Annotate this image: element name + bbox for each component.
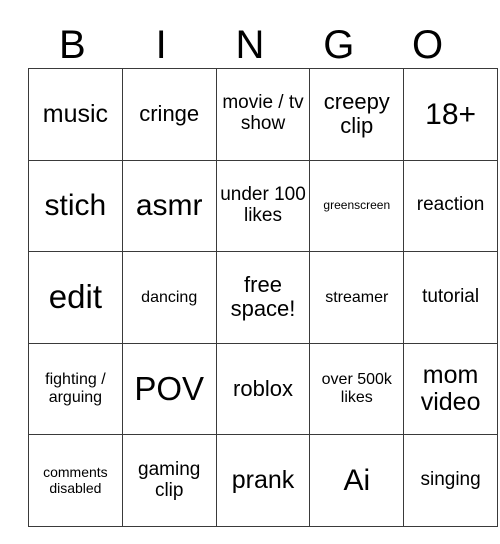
bingo-cell-label: greenscreen — [323, 198, 391, 213]
header-letter-b: B — [59, 23, 86, 67]
bingo-cell-label: edit — [48, 278, 102, 316]
bingo-cell[interactable]: mom video — [403, 342, 498, 436]
bingo-cell-label: movie / tv show — [222, 92, 304, 135]
bingo-cell[interactable]: cringe — [121, 68, 217, 161]
bingo-row: music cringe movie / tv show creepy clip… — [28, 68, 498, 161]
bingo-cell-label: asmr — [135, 189, 203, 223]
bingo-cell-label: reaction — [416, 194, 485, 216]
bingo-cell[interactable]: prank — [215, 434, 311, 527]
bingo-cell[interactable]: stich — [28, 159, 123, 253]
bingo-card: B I N G O music cringe movie / tv show c… — [28, 22, 498, 527]
bingo-cell[interactable]: creepy clip — [309, 68, 405, 161]
bingo-cell-label: free space! — [230, 272, 296, 322]
bingo-cell-label: cringe — [139, 101, 200, 127]
bingo-cell[interactable]: asmr — [121, 159, 217, 253]
bingo-cell-free-space[interactable]: free space! — [215, 251, 311, 344]
bingo-row: comments disabled gaming clip prank Ai s… — [28, 434, 498, 527]
bingo-cell-label: streamer — [325, 288, 389, 306]
bingo-cell[interactable]: greenscreen — [309, 159, 405, 253]
bingo-cell-label: fighting / arguing — [45, 371, 106, 407]
bingo-cell[interactable]: fighting / arguing — [28, 342, 123, 436]
bingo-cell[interactable]: comments disabled — [28, 434, 123, 527]
bingo-cell-label: 18+ — [425, 97, 477, 131]
bingo-cell-label: gaming clip — [138, 458, 201, 501]
bingo-cell[interactable]: tutorial — [403, 251, 498, 344]
bingo-cell-label: singing — [420, 469, 481, 491]
bingo-cell-label: POV — [134, 369, 205, 407]
bingo-cell[interactable]: under 100 likes — [215, 159, 311, 253]
bingo-cell-label: stich — [44, 189, 107, 223]
bingo-cell[interactable]: POV — [121, 342, 217, 436]
bingo-cell[interactable]: singing — [403, 434, 498, 527]
bingo-cell-label: Ai — [343, 464, 371, 498]
bingo-cell[interactable]: dancing — [121, 251, 217, 344]
bingo-header: B I N G O — [28, 22, 472, 68]
bingo-cell-label: under 100 likes — [220, 184, 306, 226]
bingo-cell-label: creepy clip — [323, 89, 390, 139]
bingo-cell[interactable]: Ai — [309, 434, 405, 527]
header-letter-o: O — [412, 23, 444, 67]
bingo-cell[interactable]: streamer — [309, 251, 405, 344]
bingo-cell[interactable]: 18+ — [403, 68, 498, 161]
header-letter-n: N — [235, 23, 265, 67]
bingo-row: fighting / arguing POV roblox over 500k … — [28, 342, 498, 436]
bingo-cell-label: prank — [231, 465, 295, 494]
bingo-cell[interactable]: roblox — [215, 342, 311, 436]
bingo-cell-label: over 500k likes — [321, 371, 392, 407]
bingo-cell[interactable]: edit — [28, 251, 123, 344]
bingo-cell[interactable]: movie / tv show — [215, 68, 311, 161]
bingo-row: stich asmr under 100 likes greenscreen r… — [28, 159, 498, 253]
bingo-cell-label: tutorial — [422, 286, 480, 308]
bingo-cell-label: comments disabled — [43, 464, 108, 496]
header-letter-i: I — [155, 23, 167, 67]
bingo-cell-label: music — [42, 99, 109, 128]
bingo-cell[interactable]: gaming clip — [121, 434, 217, 527]
bingo-grid: music cringe movie / tv show creepy clip… — [28, 68, 498, 527]
bingo-cell-label: mom video — [420, 360, 481, 417]
bingo-cell[interactable]: music — [28, 68, 123, 161]
bingo-cell-label: dancing — [141, 288, 198, 306]
bingo-cell[interactable]: over 500k likes — [309, 342, 405, 436]
bingo-row: edit dancing free space! streamer tutori… — [28, 251, 498, 344]
bingo-cell-label: roblox — [233, 375, 293, 401]
header-letter-g: G — [323, 23, 355, 67]
bingo-cell[interactable]: reaction — [403, 159, 498, 253]
